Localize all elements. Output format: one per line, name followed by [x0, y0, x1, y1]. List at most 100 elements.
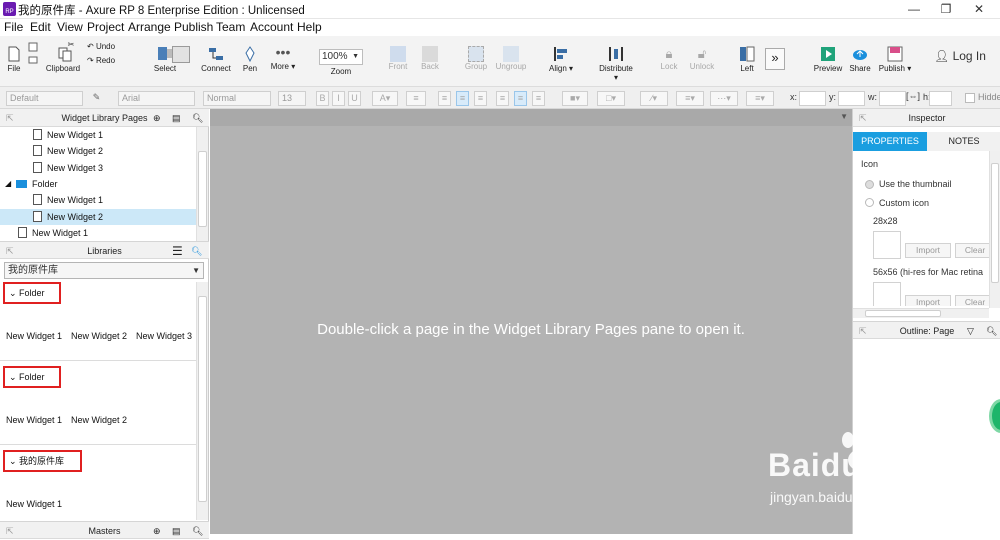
library-widget[interactable]: New Widget 3	[136, 331, 192, 341]
floating-badge-icon[interactable]	[989, 399, 1000, 433]
connect-button[interactable]: Connect	[200, 46, 232, 73]
minimize-icon[interactable]: —	[897, 0, 931, 19]
font-color-icon[interactable]: A▾	[372, 91, 398, 106]
h-input[interactable]	[929, 91, 952, 106]
menu-publish[interactable]: Publish	[174, 20, 213, 34]
style-edit-icon[interactable]: ✎	[90, 91, 103, 106]
menu-icon[interactable]: ☰	[172, 242, 183, 260]
restore-icon[interactable]: ❐	[929, 0, 963, 19]
close-icon[interactable]: ✕	[962, 0, 996, 19]
x-input[interactable]	[799, 91, 826, 106]
align-right-icon[interactable]: ≡	[474, 91, 487, 106]
menu-edit[interactable]: Edit	[30, 20, 51, 34]
scroll-thumb[interactable]	[198, 296, 207, 502]
tree-page[interactable]: New Widget 1	[0, 192, 196, 208]
scroll-thumb[interactable]	[198, 151, 207, 227]
panel-collapse-icon[interactable]: ⇱	[6, 109, 14, 127]
filter-icon[interactable]: ▽	[967, 322, 974, 340]
ungroup-button[interactable]: Ungroup	[494, 46, 528, 71]
w-input[interactable]	[879, 91, 906, 106]
menu-team[interactable]: Team	[216, 20, 245, 34]
align-center-icon[interactable]: ≡	[456, 91, 469, 106]
open-icon[interactable]	[28, 55, 38, 65]
preview-button[interactable]: Preview	[813, 46, 843, 73]
unlock-button[interactable]: 🔓︎ Unlock	[688, 46, 716, 71]
inspector-scrollbar[interactable]	[989, 151, 1000, 308]
y-input[interactable]	[838, 91, 865, 106]
tree-page[interactable]: New Widget 1	[0, 127, 196, 143]
font-size-select[interactable]: 13	[278, 91, 306, 106]
library-widget[interactable]: New Widget 1	[6, 331, 62, 341]
add-folder-icon[interactable]: ▤	[172, 109, 181, 127]
library-widget[interactable]: New Widget 2	[71, 415, 127, 425]
arrow-style-icon[interactable]: ≡▾	[746, 91, 774, 106]
share-button[interactable]: Share	[848, 46, 872, 73]
search-icon[interactable]: 🔍︎	[192, 109, 203, 127]
fill-color-icon[interactable]: ■▾	[562, 91, 588, 106]
save-icon[interactable]	[28, 42, 38, 52]
custom-icon-radio[interactable]	[865, 198, 874, 207]
line-style-icon[interactable]: ⋯▾	[710, 91, 738, 106]
import-button[interactable]: Import	[905, 243, 951, 258]
panel-collapse-icon[interactable]: ⇱	[6, 522, 14, 540]
back-button[interactable]: Back	[416, 46, 444, 71]
line-width-icon[interactable]: ≡▾	[676, 91, 704, 106]
hidden-checkbox[interactable]	[965, 93, 975, 103]
add-folder-icon[interactable]: ▤	[172, 522, 181, 540]
tree-folder[interactable]: ◢ Folder	[0, 176, 196, 192]
left-button[interactable]: Left	[736, 46, 758, 73]
tree-page[interactable]: New Widget 1	[0, 225, 196, 241]
library-select[interactable]: 我的原件库 ▼	[4, 262, 204, 279]
valign-bottom-icon[interactable]: ≡	[532, 91, 545, 106]
lock-ratio-icon[interactable]: [⇔]	[906, 91, 920, 101]
search-icon[interactable]: 🔍︎	[986, 322, 997, 340]
valign-middle-icon[interactable]: ≡	[514, 91, 527, 106]
pen-button[interactable]: Pen	[238, 46, 262, 73]
panel-collapse-icon[interactable]: ⇱	[859, 109, 867, 127]
inspector-hscrollbar[interactable]	[853, 308, 989, 318]
add-page-icon[interactable]: ⊕	[153, 109, 161, 127]
library-widget[interactable]: New Widget 1	[6, 415, 62, 425]
panel-collapse-icon[interactable]: ⇱	[859, 322, 867, 340]
login-button[interactable]: 👤︎ Log In	[934, 49, 986, 63]
menu-help[interactable]: Help	[297, 20, 322, 34]
redo-button[interactable]: ↷ Redo	[87, 56, 123, 65]
align-left-icon[interactable]: ≡	[438, 91, 451, 106]
chevron-down-icon[interactable]: ▼	[840, 112, 848, 121]
group-button[interactable]: Group	[462, 46, 490, 71]
scroll-thumb[interactable]	[865, 310, 941, 317]
menu-view[interactable]: View	[57, 20, 83, 34]
menu-account[interactable]: Account	[250, 20, 293, 34]
search-icon[interactable]: 🔍︎	[191, 242, 202, 260]
align-button[interactable]: Align ▾	[546, 46, 576, 73]
library-folder-header[interactable]: ⌄ 我的原件库	[3, 450, 82, 472]
tree-page[interactable]: New Widget 2	[0, 143, 196, 159]
pages-scrollbar[interactable]	[196, 127, 208, 241]
cut-icon[interactable]: ✂	[66, 40, 76, 49]
expand-caret-icon[interactable]: ◢	[5, 176, 11, 192]
tab-properties[interactable]: PROPERTIES	[853, 132, 927, 151]
file-button[interactable]: File	[3, 46, 25, 73]
tree-page[interactable]: New Widget 2	[0, 208, 196, 225]
valign-top-icon[interactable]: ≡	[496, 91, 509, 106]
publish-button[interactable]: Publish ▾	[878, 46, 912, 73]
lock-button[interactable]: 🔒︎ Lock	[656, 46, 682, 71]
menu-arrange[interactable]: Arrange	[128, 20, 171, 34]
tree-page[interactable]: New Widget 3	[0, 160, 196, 176]
library-folder-header[interactable]: ⌄ Folder	[3, 366, 61, 388]
tab-notes[interactable]: NOTES	[927, 132, 1000, 151]
library-folder-header[interactable]: ⌄ Folder	[3, 282, 61, 304]
add-master-icon[interactable]: ⊕	[153, 522, 161, 540]
menu-project[interactable]: Project	[87, 20, 124, 34]
undo-button[interactable]: ↶ Undo	[87, 42, 123, 51]
library-widget[interactable]: New Widget 1	[6, 499, 62, 509]
underline-icon[interactable]: U	[348, 91, 361, 106]
font-select[interactable]: Arial	[118, 91, 195, 106]
zoom-select[interactable]: 100% ▼	[319, 49, 363, 65]
panel-collapse-icon[interactable]: ⇱	[6, 242, 14, 260]
search-icon[interactable]: 🔍︎	[192, 522, 203, 540]
front-button[interactable]: Front	[384, 46, 412, 71]
libraries-scrollbar[interactable]	[196, 282, 208, 520]
scroll-thumb[interactable]	[991, 163, 999, 283]
bold-icon[interactable]: B	[316, 91, 329, 106]
